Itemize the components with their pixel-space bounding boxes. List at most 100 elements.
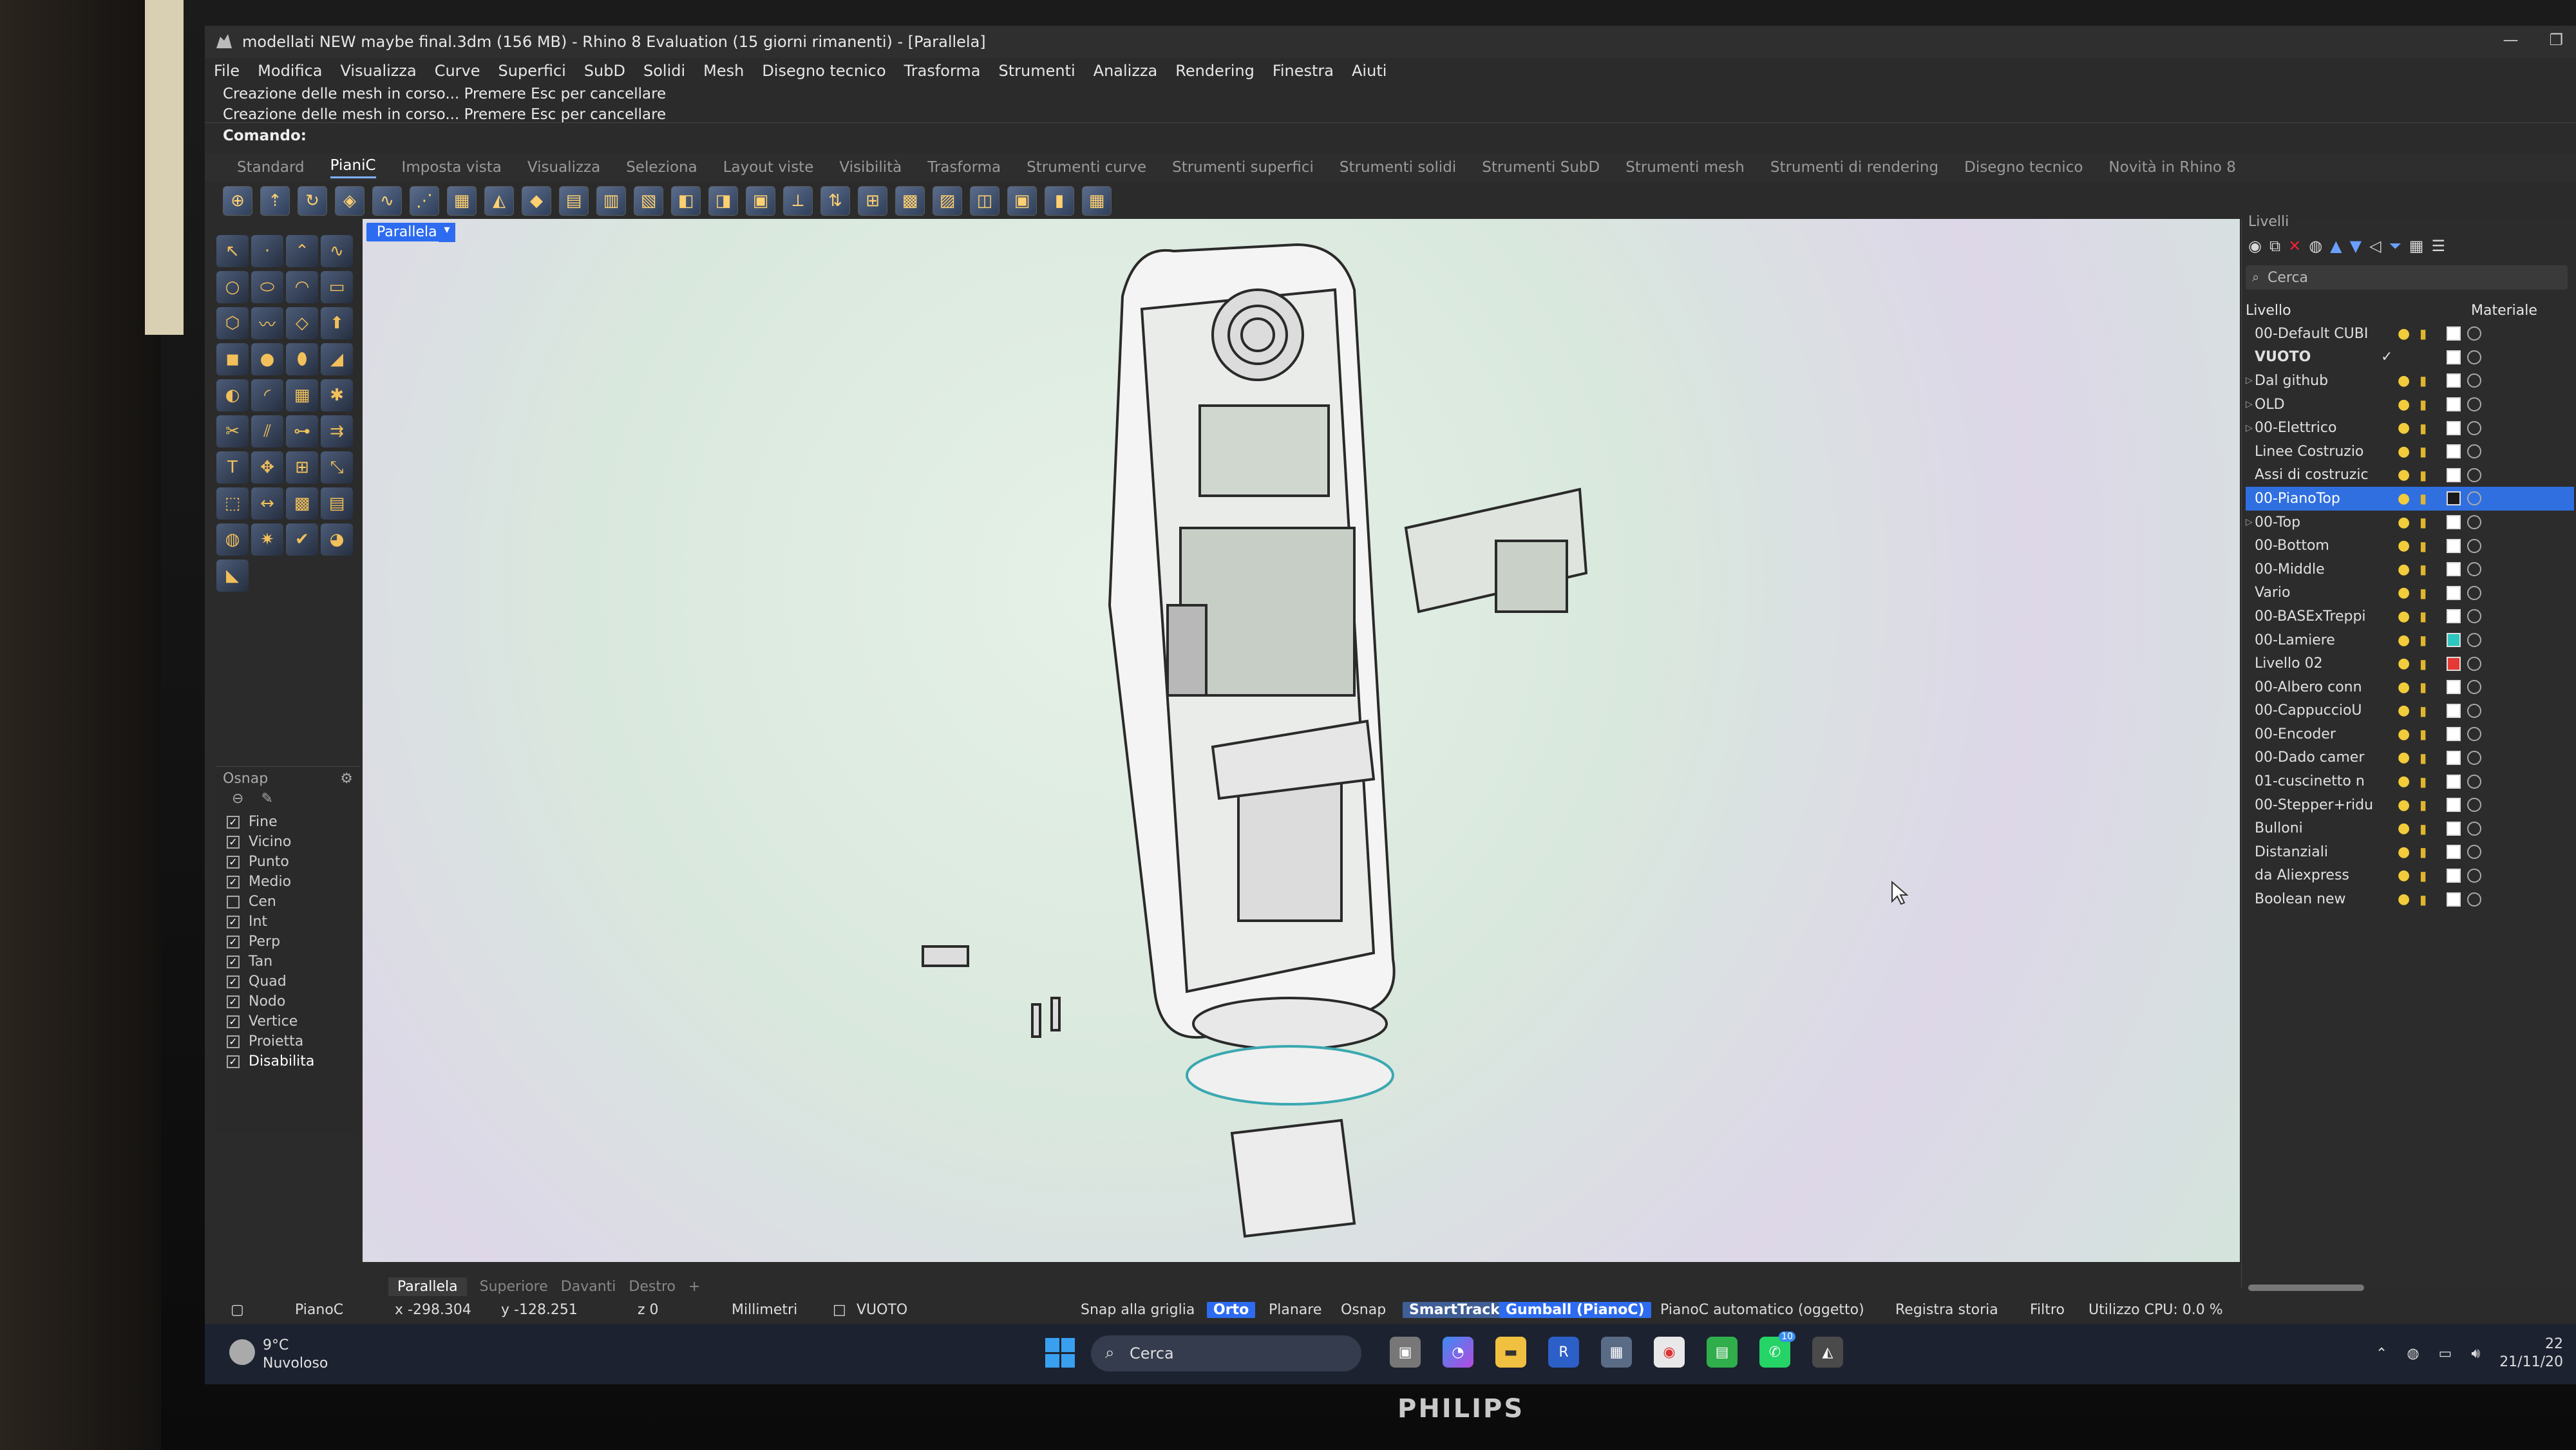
surface-icon[interactable]: ◇ bbox=[286, 307, 318, 339]
material-icon[interactable] bbox=[2467, 585, 2481, 600]
vp-tab-davanti[interactable]: Davanti bbox=[561, 1279, 616, 1295]
layer-color-swatch[interactable] bbox=[2447, 656, 2461, 671]
join-icon[interactable]: ⊶ bbox=[286, 415, 318, 447]
material-icon[interactable] bbox=[2467, 633, 2481, 648]
start-button[interactable] bbox=[1045, 1338, 1075, 1368]
layer-row[interactable]: Bulloni ● ▮ bbox=[2246, 816, 2574, 840]
analyze-icon[interactable]: ◍ bbox=[216, 523, 249, 556]
cplane-save-icon[interactable]: ▩ bbox=[895, 186, 925, 216]
layer-color-swatch[interactable] bbox=[2447, 609, 2461, 624]
arc-icon[interactable]: ◠ bbox=[286, 271, 318, 303]
material-icon[interactable] bbox=[2467, 727, 2481, 742]
tab-trasforma[interactable]: Trasforma bbox=[927, 159, 1001, 176]
lock-icon[interactable]: ▮ bbox=[2420, 585, 2427, 601]
checkbox[interactable]: ✓ bbox=[227, 935, 240, 948]
material-icon[interactable] bbox=[2467, 538, 2481, 553]
menu-visualizza[interactable]: Visualizza bbox=[340, 62, 416, 80]
taskbar-search[interactable]: ⌕ Cerca bbox=[1091, 1335, 1361, 1371]
filter-toggle[interactable]: Filtro bbox=[2030, 1302, 2065, 1318]
lock-icon[interactable]: ▮ bbox=[2420, 444, 2427, 459]
visibility-bulb-icon[interactable]: ● bbox=[2398, 702, 2410, 719]
render-icon[interactable]: ✷ bbox=[251, 523, 283, 556]
vp-tab-parallela[interactable]: Parallela bbox=[388, 1277, 467, 1296]
visibility-bulb-icon[interactable]: ● bbox=[2398, 844, 2410, 860]
visibility-bulb-icon[interactable]: ● bbox=[2398, 326, 2410, 342]
cplane-world-top-icon[interactable]: ▤ bbox=[559, 186, 589, 216]
task-view-icon[interactable]: ▣ bbox=[1390, 1337, 1421, 1368]
visibility-bulb-icon[interactable]: ● bbox=[2398, 467, 2410, 483]
layer-color-swatch[interactable] bbox=[2447, 821, 2461, 836]
lock-icon[interactable]: ▮ bbox=[2420, 750, 2427, 766]
layer-color-swatch[interactable] bbox=[2447, 397, 2461, 412]
layer-properties-icon[interactable]: ◍ bbox=[2309, 237, 2322, 255]
layer-color-swatch[interactable] bbox=[2447, 727, 2461, 742]
checkbox[interactable]: ✓ bbox=[227, 835, 240, 849]
osnap-item-fine[interactable]: ✓ Fine bbox=[227, 812, 359, 832]
lock-icon[interactable]: ▮ bbox=[2420, 726, 2427, 742]
sphere-icon[interactable]: ● bbox=[251, 343, 283, 375]
checkbox[interactable]: ✓ bbox=[227, 1035, 240, 1048]
cplane-surface-icon[interactable]: ◆ bbox=[522, 186, 551, 216]
material-icon[interactable] bbox=[2467, 680, 2481, 695]
text-icon[interactable]: T bbox=[216, 451, 249, 484]
osnap-item-nodo[interactable]: ✓ Nodo bbox=[227, 992, 359, 1012]
cplane-grid-icon[interactable]: ▦ bbox=[447, 186, 477, 216]
layer-color-swatch[interactable] bbox=[2447, 515, 2461, 530]
cplane-extra-icon[interactable]: ▣ bbox=[1007, 186, 1037, 216]
osnap-toggle[interactable]: Osnap bbox=[1341, 1302, 1386, 1318]
material-icon[interactable] bbox=[2467, 656, 2481, 671]
material-icon[interactable] bbox=[2467, 845, 2481, 860]
visibility-bulb-icon[interactable]: ● bbox=[2398, 820, 2410, 836]
cplane-view-icon[interactable]: ◭ bbox=[484, 186, 514, 216]
visibility-bulb-icon[interactable]: ● bbox=[2398, 514, 2410, 531]
layer-row[interactable]: Livello 02 ● ▮ bbox=[2246, 652, 2574, 675]
chevron-up-icon[interactable]: ⌃ bbox=[2376, 1346, 2387, 1362]
tab-novita-rhino8[interactable]: Novità in Rhino 8 bbox=[2108, 159, 2236, 176]
lock-icon[interactable]: ▮ bbox=[2420, 679, 2427, 695]
menu-subd[interactable]: SubD bbox=[584, 62, 625, 80]
lock-icon[interactable]: ▮ bbox=[2420, 538, 2427, 554]
smarttrack-toggle[interactable]: SmartTrack bbox=[1403, 1302, 1506, 1318]
layer-color-swatch[interactable] bbox=[2447, 491, 2461, 506]
osnap-pin-icon[interactable]: ✎ bbox=[261, 791, 272, 807]
cplane-object-icon[interactable]: ◈ bbox=[335, 186, 365, 216]
rectangle-icon[interactable]: ▭ bbox=[321, 271, 353, 303]
lock-icon[interactable]: ▮ bbox=[2420, 774, 2427, 789]
osnap-item-medio[interactable]: ✓ Medio bbox=[227, 872, 359, 892]
expand-arrow-icon[interactable]: ▷ bbox=[2246, 423, 2255, 433]
whatsapp-icon[interactable]: ✆ 10 bbox=[1759, 1332, 1795, 1368]
layer-row[interactable]: da Aliexpress ● ▮ bbox=[2246, 864, 2574, 888]
layer-color-swatch[interactable] bbox=[2447, 420, 2461, 435]
delete-layer-icon[interactable]: ✕ bbox=[2288, 237, 2301, 255]
ortho-toggle[interactable]: Orto bbox=[1207, 1302, 1256, 1318]
tab-visibilita[interactable]: Visibilità bbox=[839, 159, 902, 176]
point-icon[interactable]: · bbox=[251, 235, 283, 267]
block-icon[interactable]: ⬚ bbox=[216, 487, 249, 520]
clock[interactable]: 22 21/11/20 bbox=[2499, 1335, 2563, 1371]
add-viewport-button[interactable]: + bbox=[688, 1279, 700, 1295]
offset-icon[interactable]: ⇉ bbox=[321, 415, 353, 447]
move-icon[interactable]: ✥ bbox=[251, 451, 283, 484]
material-icon[interactable] bbox=[2467, 892, 2481, 907]
menu-analizza[interactable]: Analizza bbox=[1094, 62, 1158, 80]
menu-modifica[interactable]: Modifica bbox=[258, 62, 322, 80]
osnap-item-perp[interactable]: ✓ Perp bbox=[227, 932, 359, 952]
visibility-bulb-icon[interactable]: ● bbox=[2398, 397, 2410, 413]
cplane-rotate-icon[interactable]: ↻ bbox=[298, 186, 327, 216]
vp-tab-superiore[interactable]: Superiore bbox=[480, 1279, 548, 1295]
layer-color-swatch[interactable] bbox=[2447, 633, 2461, 648]
visibility-bulb-icon[interactable]: ● bbox=[2398, 585, 2410, 601]
copilot-icon[interactable]: ◔ bbox=[1443, 1337, 1473, 1368]
move-out-icon[interactable]: ◁ bbox=[2369, 237, 2381, 255]
osnap-filter-icon[interactable]: ⊖ bbox=[232, 791, 243, 807]
tab-seleziona[interactable]: Seleziona bbox=[626, 159, 697, 176]
tab-pianic[interactable]: PianiC bbox=[330, 157, 376, 178]
material-icon[interactable] bbox=[2467, 868, 2481, 883]
layer-row[interactable]: 00-Encoder ● ▮ bbox=[2246, 722, 2574, 746]
freeform-icon[interactable]: 〰 bbox=[251, 307, 283, 339]
tab-strumenti-solidi[interactable]: Strumenti solidi bbox=[1340, 159, 1456, 176]
tab-layout-viste[interactable]: Layout viste bbox=[723, 159, 814, 176]
layer-color-swatch[interactable] bbox=[2447, 703, 2461, 718]
visibility-bulb-icon[interactable]: ● bbox=[2398, 867, 2410, 883]
layers-search-input[interactable]: ⌕ Cerca bbox=[2246, 265, 2568, 290]
